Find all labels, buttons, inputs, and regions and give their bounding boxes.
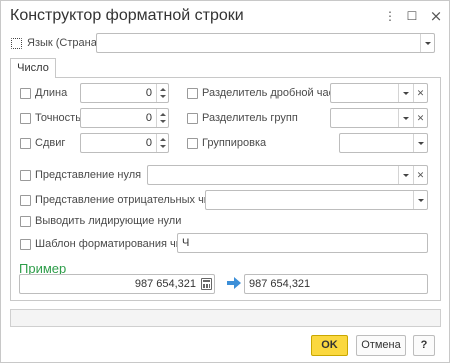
format-pattern-value: Ч bbox=[182, 237, 190, 249]
precision-label: Точность bbox=[35, 112, 81, 124]
example-output-value: 987 654,321 bbox=[249, 278, 311, 290]
zero-representation-checkbox[interactable] bbox=[20, 170, 31, 181]
length-checkbox[interactable] bbox=[20, 88, 31, 99]
negative-representation-select[interactable] bbox=[205, 190, 428, 210]
group-separator-label: Разделитель групп bbox=[202, 112, 298, 124]
grouping-dropdown-button[interactable] bbox=[413, 134, 427, 152]
shift-checkbox[interactable] bbox=[20, 138, 31, 149]
cancel-button[interactable]: Отмена bbox=[356, 335, 406, 356]
leading-zeros-label: Выводить лидирующие нули bbox=[35, 215, 182, 227]
arrow-right-icon bbox=[227, 277, 241, 289]
example-input[interactable]: 987 654,321 bbox=[19, 274, 215, 294]
negative-representation-label: Представление отрицательных чисел bbox=[35, 194, 228, 206]
decimal-separator-dropdown-button[interactable] bbox=[398, 84, 412, 102]
ok-button[interactable]: OK bbox=[311, 335, 348, 356]
shift-label: Сдвиг bbox=[35, 137, 66, 149]
shift-stepper[interactable]: 0 bbox=[80, 133, 169, 153]
help-button[interactable]: ? bbox=[413, 335, 435, 356]
length-label: Длина bbox=[35, 87, 68, 99]
length-value: 0 bbox=[145, 87, 152, 99]
group-separator-dropdown-button[interactable] bbox=[398, 109, 412, 127]
language-label: Язык (Страна) bbox=[27, 37, 101, 49]
window-title: Конструктор форматной строки bbox=[10, 7, 244, 24]
group-separator-select[interactable]: ✕ bbox=[330, 108, 428, 128]
example-output: 987 654,321 bbox=[244, 274, 428, 294]
group-separator-checkbox[interactable] bbox=[187, 113, 198, 124]
close-icon[interactable]: × bbox=[429, 9, 443, 24]
zero-representation-dropdown-button[interactable] bbox=[398, 166, 412, 184]
length-stepper[interactable]: 0 bbox=[80, 83, 169, 103]
decimal-separator-clear-icon[interactable]: ✕ bbox=[413, 84, 427, 102]
zero-representation-clear-icon[interactable]: ✕ bbox=[413, 166, 427, 184]
precision-spin-buttons[interactable] bbox=[156, 109, 168, 127]
shift-spin-buttons[interactable] bbox=[156, 134, 168, 152]
shift-value: 0 bbox=[145, 137, 152, 149]
maximize-icon[interactable]: ☐ bbox=[405, 9, 419, 23]
language-checkbox[interactable] bbox=[11, 38, 22, 49]
precision-stepper[interactable]: 0 bbox=[80, 108, 169, 128]
zero-representation-label: Представление нуля bbox=[35, 169, 142, 181]
leading-zeros-checkbox[interactable] bbox=[20, 216, 31, 227]
group-separator-clear-icon[interactable]: ✕ bbox=[413, 109, 427, 127]
length-spin-buttons[interactable] bbox=[156, 84, 168, 102]
more-icon[interactable]: ⋮ bbox=[383, 9, 397, 23]
language-dropdown-button[interactable] bbox=[420, 34, 434, 52]
decimal-separator-select[interactable]: ✕ bbox=[330, 83, 428, 103]
decimal-separator-label: Разделитель дробной части bbox=[202, 87, 346, 99]
format-pattern-label: Шаблон форматирования числа bbox=[35, 238, 200, 250]
zero-representation-select[interactable]: ✕ bbox=[147, 165, 428, 185]
format-pattern-input[interactable]: Ч bbox=[177, 233, 428, 253]
negative-representation-dropdown-button[interactable] bbox=[413, 191, 427, 209]
grouping-checkbox[interactable] bbox=[187, 138, 198, 149]
precision-checkbox[interactable] bbox=[20, 113, 31, 124]
grouping-select[interactable] bbox=[339, 133, 428, 153]
tab-number[interactable]: Число bbox=[10, 58, 56, 78]
grouping-label: Группировка bbox=[202, 137, 267, 149]
negative-representation-checkbox[interactable] bbox=[20, 195, 31, 206]
precision-value: 0 bbox=[145, 112, 152, 124]
calculator-icon[interactable] bbox=[201, 278, 212, 290]
status-bar bbox=[10, 309, 441, 327]
format-string-constructor-window: Конструктор форматной строки ⋮ ☐ × Язык … bbox=[0, 0, 450, 363]
decimal-separator-checkbox[interactable] bbox=[187, 88, 198, 99]
format-pattern-checkbox[interactable] bbox=[20, 239, 31, 250]
title-bar: Конструктор форматной строки ⋮ ☐ × bbox=[1, 1, 449, 31]
example-input-value: 987 654,321 bbox=[134, 278, 196, 290]
language-select[interactable] bbox=[96, 33, 435, 53]
